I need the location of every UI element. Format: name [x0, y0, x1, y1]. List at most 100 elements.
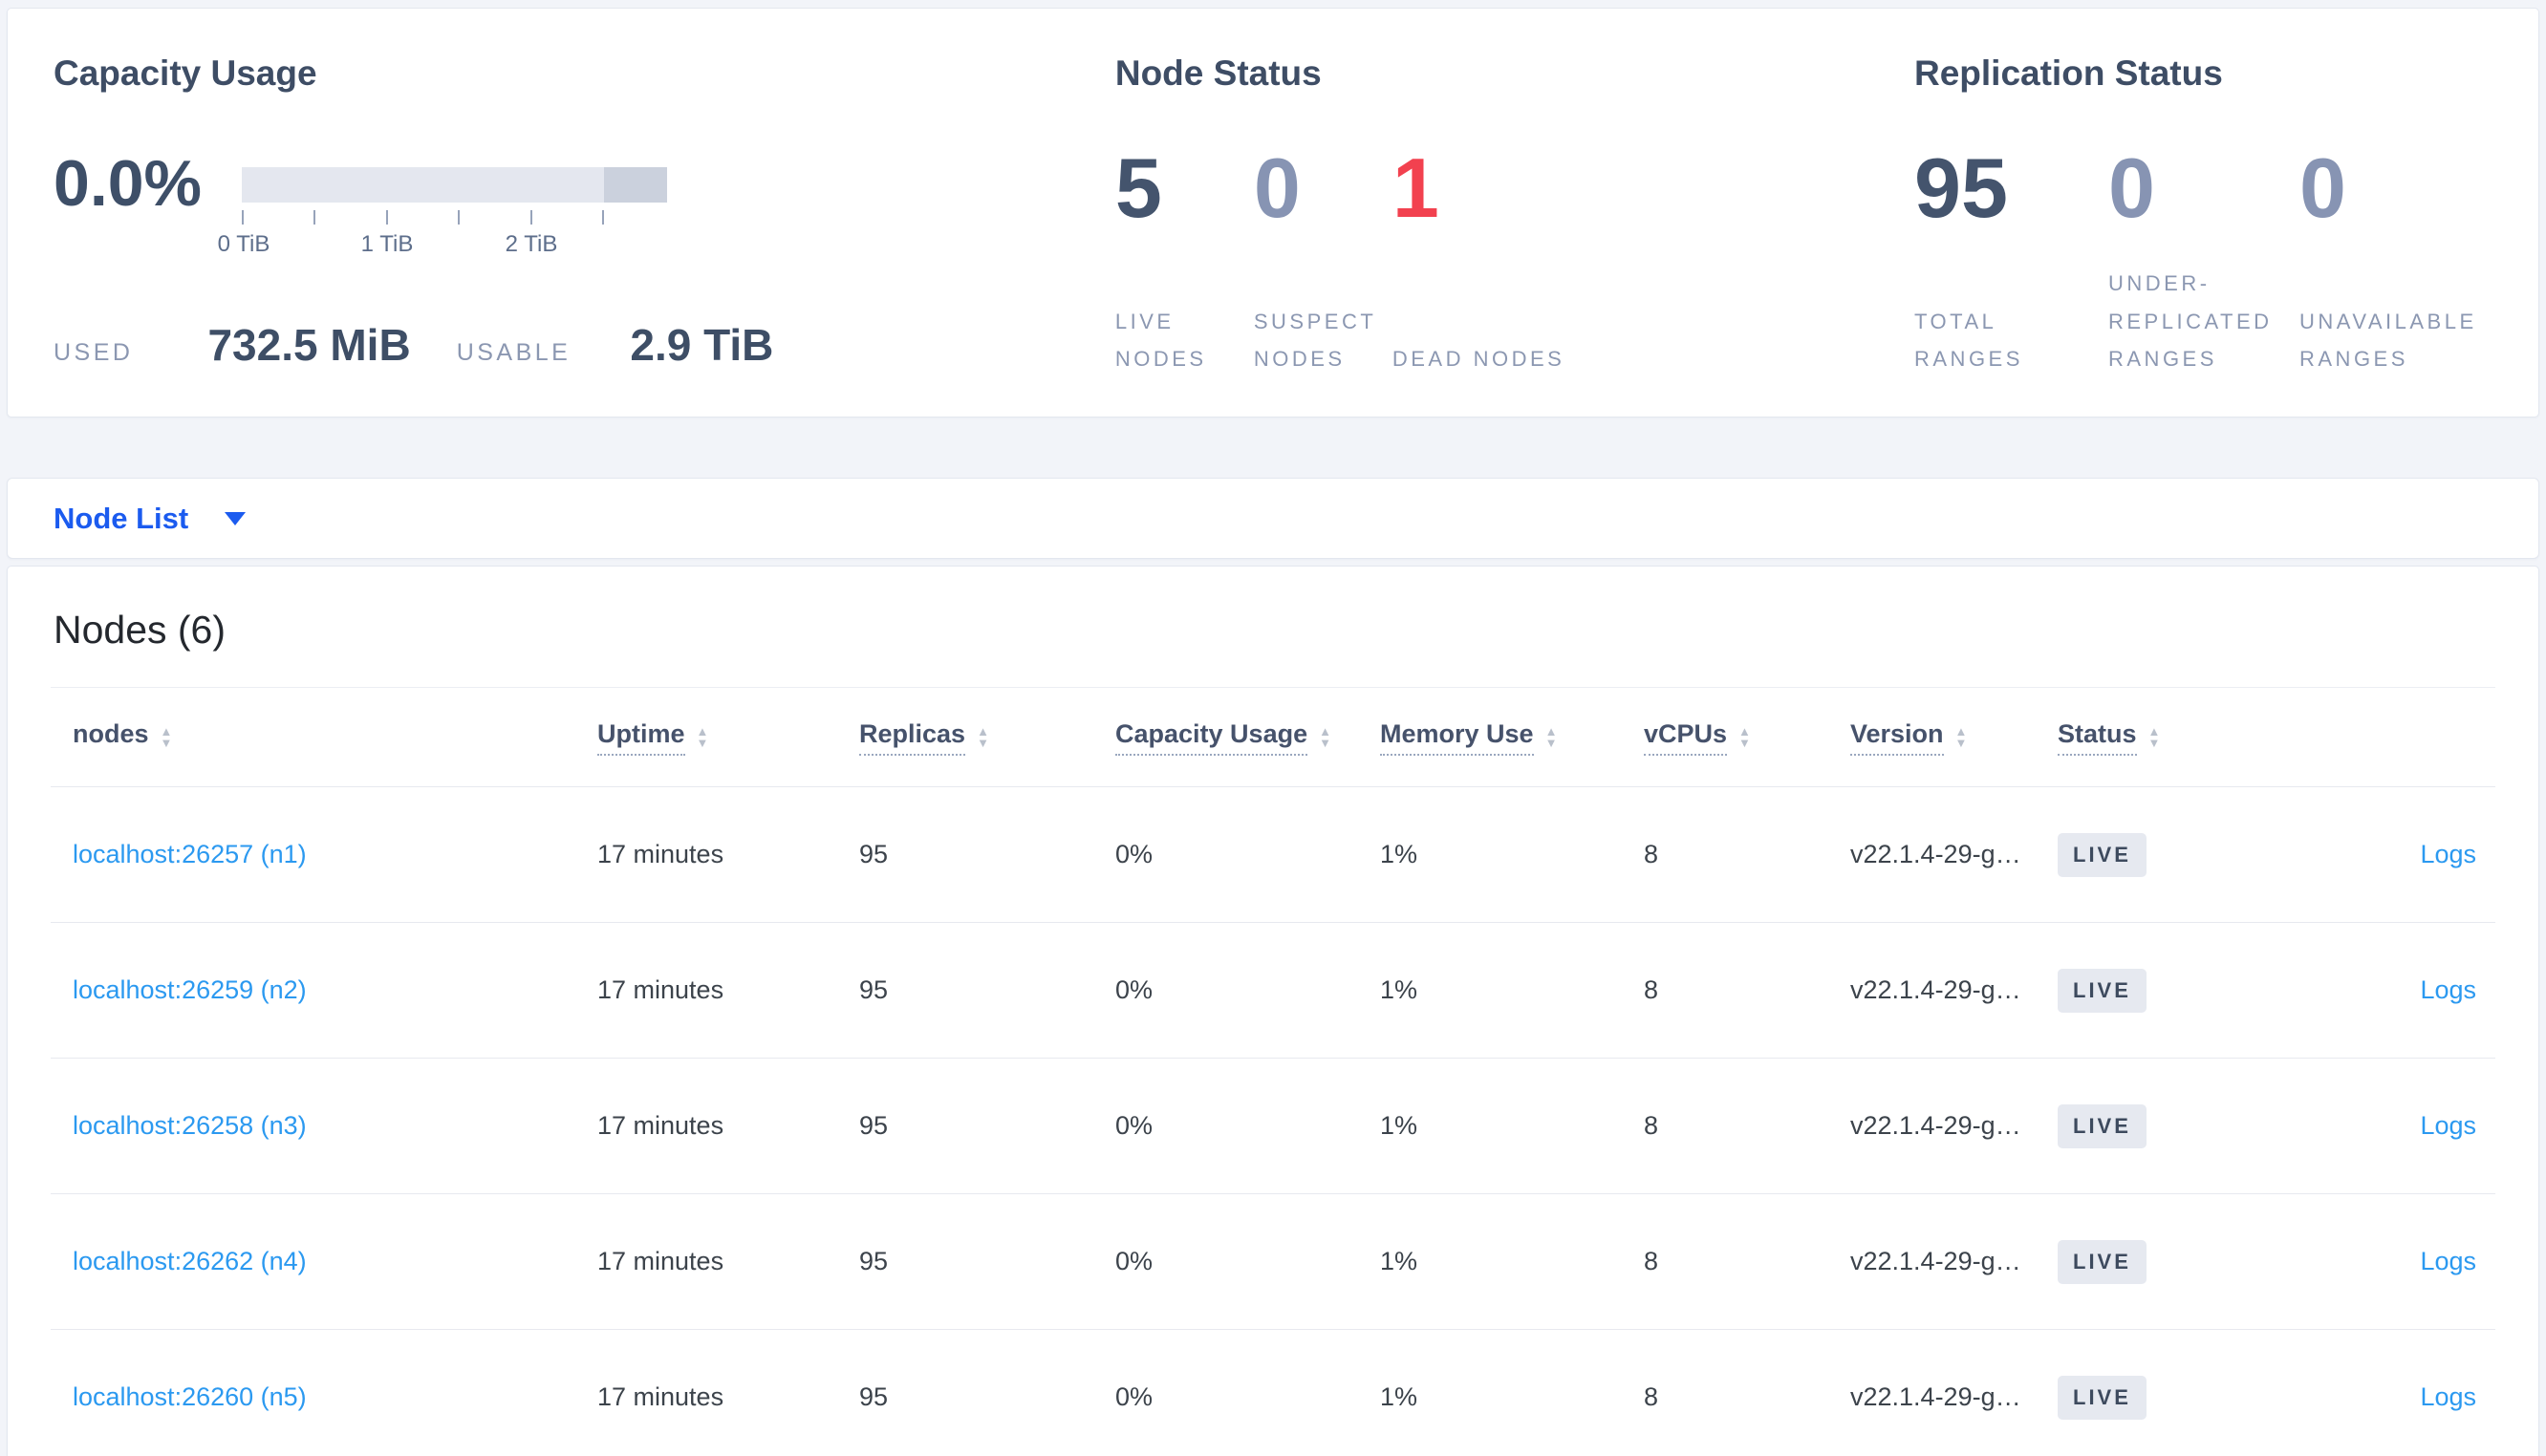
status-badge: LIVE: [2058, 1239, 2147, 1284]
column-header-memory-use[interactable]: Memory Use ▲ ▼: [1380, 719, 1644, 756]
sort-icon[interactable]: ▲ ▼: [1738, 725, 1751, 748]
axis-tick-label: 0 TiB: [217, 231, 270, 257]
usable-label: USABLE: [456, 339, 572, 366]
axis-tick-label: 1 TiB: [360, 231, 414, 257]
sort-icon[interactable]: ▲ ▼: [2148, 725, 2161, 748]
capacity-used-row: USED 732.5 MiB USABLE 2.9 TiB: [54, 319, 1115, 371]
replication-status-title: Replication Status: [1914, 54, 2223, 93]
node-address-link[interactable]: localhost:26259 (n2): [73, 975, 307, 1004]
capacity-usage-cell: 0%: [1115, 1247, 1154, 1275]
nodes-table-card: Nodes (6) nodes ▲ ▼ Uptime ▲ ▼ Replicas ▲ ▼…: [7, 566, 2539, 1456]
uptime-cell: 17 minutes: [597, 1111, 724, 1140]
logs-link[interactable]: Logs: [2420, 1382, 2476, 1411]
sort-icon[interactable]: ▲ ▼: [697, 725, 709, 748]
column-header-label: nodes: [73, 718, 149, 748]
dead-nodes-value: 1: [1392, 140, 1439, 235]
memory-use-cell: 1%: [1380, 975, 1418, 1004]
capacity-usage-title: Capacity Usage: [54, 54, 317, 93]
version-cell: v22.1.4-29-g…: [1850, 975, 2021, 1004]
sort-icon[interactable]: ▲ ▼: [1545, 725, 1558, 748]
table-row: localhost:26257 (n1) 17 minutes 95 0% 1%…: [51, 787, 2495, 923]
uptime-cell: 17 minutes: [597, 1382, 724, 1411]
total-ranges-label: TOTAL RANGES: [1914, 309, 2023, 372]
axis-tick: [530, 210, 532, 225]
column-header-version[interactable]: Version ▲ ▼: [1850, 719, 2058, 756]
version-cell: v22.1.4-29-g…: [1850, 1382, 2021, 1411]
status-badge: LIVE: [2058, 832, 2147, 877]
vcpus-cell: 8: [1644, 1247, 1659, 1275]
uptime-cell: 17 minutes: [597, 975, 724, 1004]
replicas-cell: 95: [859, 1382, 889, 1411]
vcpus-cell: 8: [1644, 975, 1659, 1004]
capacity-bar-chart: 0 TiB 1 TiB 2 TiB: [218, 167, 667, 257]
node-address-link[interactable]: localhost:26257 (n1): [73, 840, 307, 868]
column-header-vcpus[interactable]: vCPUs ▲ ▼: [1644, 719, 1850, 756]
replication-stats: 95 TOTAL RANGES 0 UNDER-REPLICATED RANGE…: [1914, 146, 2538, 378]
column-header-label: Memory Use: [1380, 719, 1534, 756]
axis-tick: [386, 210, 388, 225]
capacity-axis: 0 TiB 1 TiB 2 TiB: [218, 203, 667, 257]
view-selector-bar: Node List: [7, 478, 2539, 559]
node-address-link[interactable]: localhost:26258 (n3): [73, 1111, 307, 1140]
sort-icon[interactable]: ▲ ▼: [161, 725, 173, 748]
column-header-label: Status: [2058, 719, 2137, 756]
replication-status-panel: Replication Status 95 TOTAL RANGES 0 UND…: [1914, 54, 2538, 417]
axis-tick: [458, 210, 460, 225]
replicas-cell: 95: [859, 840, 889, 868]
axis-tick: [602, 210, 604, 225]
table-row: localhost:26262 (n4) 17 minutes 95 0% 1%…: [51, 1194, 2495, 1330]
uptime-cell: 17 minutes: [597, 1247, 724, 1275]
total-ranges-stat: 95 TOTAL RANGES: [1914, 146, 2108, 378]
unavailable-ranges-value: 0: [2299, 140, 2346, 235]
column-header-label: Capacity Usage: [1115, 719, 1308, 756]
logs-link[interactable]: Logs: [2420, 1111, 2476, 1140]
sort-icon[interactable]: ▲ ▼: [1319, 725, 1331, 748]
cluster-summary-card: Capacity Usage 0.0% 0 TiB 1 TiB 2 TiB US…: [7, 8, 2539, 418]
node-status-panel: Node Status 5 LIVE NODES 0 SUSPECT NODES…: [1115, 54, 1914, 417]
nodes-table-title: Nodes (6): [54, 608, 227, 652]
live-nodes-label: LIVE NODES: [1114, 309, 1207, 372]
capacity-usage-chart: 0.0% 0 TiB 1 TiB 2 TiB: [54, 143, 1115, 257]
logs-link[interactable]: Logs: [2420, 840, 2476, 868]
memory-use-cell: 1%: [1380, 840, 1418, 868]
under-replicated-ranges-label: UNDER-REPLICATED RANGES: [2108, 271, 2273, 372]
capacity-usage-cell: 0%: [1115, 1382, 1154, 1411]
capacity-usage-cell: 0%: [1115, 975, 1154, 1004]
chevron-down-icon[interactable]: [225, 511, 247, 525]
sort-icon[interactable]: ▲ ▼: [977, 725, 989, 748]
axis-tick: [313, 210, 315, 225]
live-nodes-value: 5: [1114, 140, 1162, 235]
table-body: localhost:26257 (n1) 17 minutes 95 0% 1%…: [8, 787, 2538, 1456]
capacity-usage-panel: Capacity Usage 0.0% 0 TiB 1 TiB 2 TiB US…: [54, 54, 1115, 417]
node-address-link[interactable]: localhost:26262 (n4): [73, 1247, 307, 1275]
column-header-label: vCPUs: [1644, 719, 1728, 756]
node-status-title: Node Status: [1114, 54, 1322, 93]
column-header-nodes[interactable]: nodes ▲ ▼: [73, 719, 597, 756]
version-cell: v22.1.4-29-g…: [1850, 840, 2021, 868]
table-row: localhost:26259 (n2) 17 minutes 95 0% 1%…: [51, 923, 2495, 1059]
node-address-link[interactable]: localhost:26260 (n5): [73, 1382, 307, 1411]
used-value: 732.5 MiB: [207, 320, 411, 370]
node-list-dropdown[interactable]: Node List: [54, 502, 188, 536]
version-cell: v22.1.4-29-g…: [1850, 1247, 2021, 1275]
memory-use-cell: 1%: [1380, 1382, 1418, 1411]
status-badge: LIVE: [2058, 1375, 2147, 1420]
column-header-status[interactable]: Status ▲ ▼: [2058, 719, 2292, 756]
column-header-replicas[interactable]: Replicas ▲ ▼: [859, 719, 1115, 756]
status-badge: LIVE: [2058, 1103, 2147, 1148]
axis-tick-label: 2 TiB: [505, 231, 558, 257]
unavailable-ranges-stat: 0 UNAVAILABLE RANGES: [2299, 146, 2538, 378]
logs-link[interactable]: Logs: [2420, 975, 2476, 1004]
replicas-cell: 95: [859, 975, 889, 1004]
capacity-usage-cell: 0%: [1115, 840, 1154, 868]
logs-link[interactable]: Logs: [2420, 1247, 2476, 1275]
under-replicated-ranges-value: 0: [2108, 140, 2155, 235]
memory-use-cell: 1%: [1380, 1247, 1418, 1275]
replicas-cell: 95: [859, 1247, 889, 1275]
suspect-nodes-value: 0: [1253, 140, 1301, 235]
axis-tick: [242, 210, 244, 225]
vcpus-cell: 8: [1644, 1111, 1659, 1140]
column-header-uptime[interactable]: Uptime ▲ ▼: [597, 719, 859, 756]
sort-icon[interactable]: ▲ ▼: [1955, 725, 1968, 748]
column-header-capacity-usage[interactable]: Capacity Usage ▲ ▼: [1115, 719, 1380, 756]
